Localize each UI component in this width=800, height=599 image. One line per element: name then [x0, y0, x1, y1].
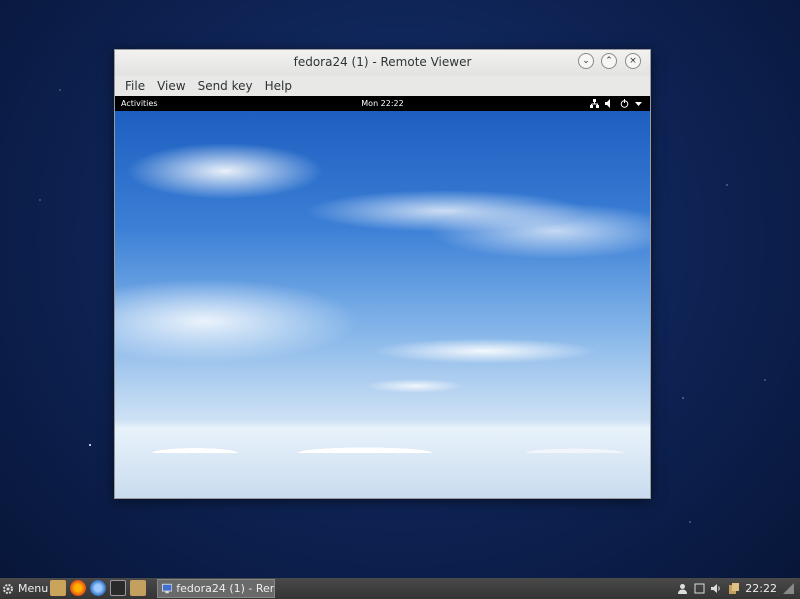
firefox-icon[interactable] [70, 580, 86, 596]
window-title: fedora24 (1) - Remote Viewer [293, 55, 472, 69]
network-icon[interactable] [694, 583, 705, 594]
guest-system-tray[interactable] [590, 96, 642, 108]
monitor-icon [162, 583, 173, 594]
guest-display[interactable]: Activities Mon 22:22 [115, 96, 650, 498]
guest-wallpaper[interactable] [115, 111, 650, 498]
taskbar: Menu fedora24 (1) - Rem... 22:22 [0, 578, 800, 599]
menu-send-key[interactable]: Send key [192, 79, 259, 93]
dropdown-icon [635, 102, 642, 106]
taskbar-clock[interactable]: 22:22 [745, 582, 777, 595]
taskbar-menu-label: Menu [18, 582, 49, 595]
window-titlebar[interactable]: fedora24 (1) - Remote Viewer ⌄ ⌃ × [115, 50, 650, 76]
network-icon [590, 99, 599, 108]
files-icon[interactable] [130, 580, 146, 596]
guest-top-bar: Activities Mon 22:22 [115, 96, 650, 111]
volume-icon[interactable] [711, 583, 722, 594]
taskbar-tray: 22:22 [677, 578, 794, 599]
menu-file[interactable]: File [119, 79, 151, 93]
guest-clock[interactable]: Mon 22:22 [115, 96, 650, 111]
gear-icon [3, 583, 13, 594]
wallpaper-mountains [115, 441, 650, 453]
thunderbird-icon[interactable] [90, 580, 106, 596]
user-icon[interactable] [677, 583, 688, 594]
menubar: File View Send key Help [115, 76, 650, 96]
power-icon [620, 99, 629, 108]
maximize-button[interactable]: ⌃ [601, 53, 617, 69]
clipboard-icon[interactable] [728, 583, 740, 594]
taskbar-menu-button[interactable]: Menu [2, 578, 48, 599]
taskbar-task-label: fedora24 (1) - Rem... [176, 582, 274, 595]
menu-help[interactable]: Help [259, 79, 298, 93]
terminal-icon[interactable] [110, 580, 126, 596]
menu-view[interactable]: View [151, 79, 191, 93]
volume-icon [605, 99, 610, 108]
close-button[interactable]: × [625, 53, 641, 69]
taskbar-task-remote-viewer[interactable]: fedora24 (1) - Rem... [157, 579, 275, 598]
show-desktop-icon[interactable] [50, 580, 66, 596]
taskbar-launchers [50, 580, 146, 596]
remote-viewer-window[interactable]: fedora24 (1) - Remote Viewer ⌄ ⌃ × File … [114, 49, 651, 499]
minimize-button[interactable]: ⌄ [578, 53, 594, 69]
show-desktop-corner-icon[interactable] [783, 583, 794, 594]
